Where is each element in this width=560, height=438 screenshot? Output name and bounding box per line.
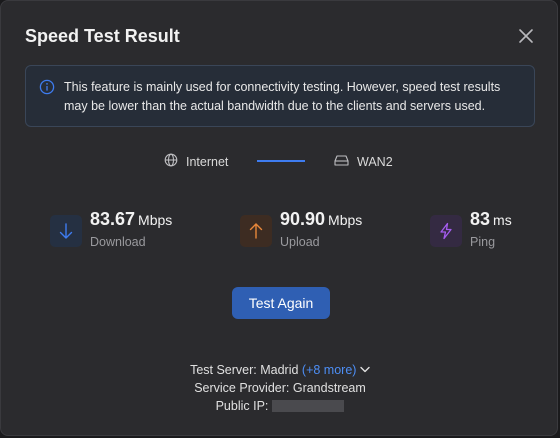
ping-value: 83 ms [470, 209, 512, 229]
chevron-down-icon[interactable] [360, 363, 370, 377]
speed-test-dialog: Speed Test Result This feature is mainly… [0, 0, 558, 436]
connection-path: Internet WAN2 [1, 153, 559, 171]
public-ip-redacted [272, 400, 345, 412]
lightning-icon [430, 215, 462, 247]
download-value: 83.67 Mbps [90, 209, 173, 229]
more-servers-link[interactable]: (+8 more) [302, 363, 357, 377]
path-connector [257, 160, 305, 162]
public-ip-label: Public IP: [215, 399, 269, 413]
test-details: Test Server: Madrid (+8 more) Service Pr… [1, 361, 559, 415]
path-node-wan: WAN2 [334, 153, 393, 170]
upload-value: 90.90 Mbps [280, 209, 363, 229]
path-from-label: Internet [186, 154, 229, 169]
download-label: Download [90, 235, 146, 249]
path-to-label: WAN2 [357, 154, 393, 169]
path-node-internet: Internet [164, 153, 228, 170]
upload-label: Upload [280, 235, 320, 249]
info-banner: This feature is mainly used for connecti… [25, 65, 535, 127]
service-provider: Service Provider: Grandstream [194, 381, 366, 395]
test-server-row: Test Server: Madrid (+8 more) [1, 361, 559, 379]
info-icon [39, 79, 55, 95]
arrow-up-icon [240, 215, 272, 247]
test-server-label: Test Server: Madrid [190, 363, 299, 377]
close-icon[interactable] [517, 27, 535, 45]
info-text: This feature is mainly used for connecti… [64, 80, 501, 113]
ping-label: Ping [470, 235, 496, 249]
test-again-button[interactable]: Test Again [232, 287, 330, 319]
globe-icon [164, 153, 178, 170]
arrow-down-icon [50, 215, 82, 247]
dialog-title: Speed Test Result [25, 26, 180, 46]
public-ip-row: Public IP: [1, 397, 559, 415]
router-icon [334, 153, 349, 170]
